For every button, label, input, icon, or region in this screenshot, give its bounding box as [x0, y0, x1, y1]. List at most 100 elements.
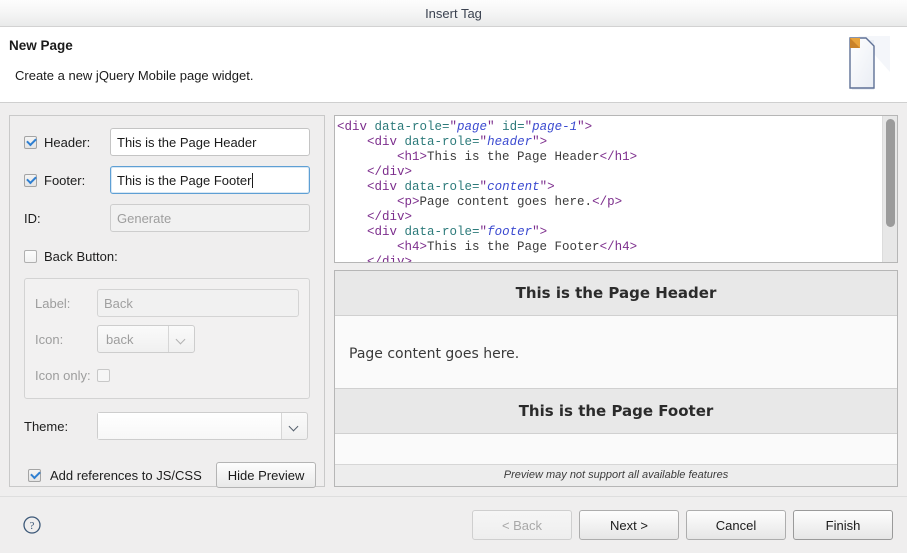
- code-token-tag: ": [487, 120, 503, 134]
- code-token-val: page-1: [532, 120, 578, 134]
- finish-button[interactable]: Finish: [793, 510, 893, 540]
- right-column: <div data-role="page" id="page-1"> <div …: [334, 115, 898, 487]
- code-token-tag: ">: [577, 120, 593, 134]
- code-token-txtnode: Page content goes here.: [419, 195, 593, 209]
- next-button[interactable]: Next >: [579, 510, 679, 540]
- dialog-title: Insert Tag: [425, 5, 482, 21]
- footer-checkbox[interactable]: [24, 173, 37, 187]
- code-token-tag: </div>: [367, 165, 413, 179]
- id-field-label: ID:: [24, 210, 41, 226]
- back-button-options-group: Label: Back Icon: back Icon only:: [24, 278, 310, 399]
- code-token-txtnode: [337, 165, 367, 179]
- hide-preview-button[interactable]: Hide Preview: [215, 462, 317, 488]
- code-token-txtnode: [337, 225, 367, 239]
- help-question-icon[interactable]: ?: [23, 516, 41, 534]
- chevron-down-icon: [281, 413, 307, 439]
- widget-preview: This is the Page Header Page content goe…: [334, 270, 898, 487]
- code-token-tag: </p>: [592, 195, 623, 209]
- code-line: <div data-role="content">: [337, 180, 882, 195]
- back-icon-field-label: Icon:: [35, 331, 64, 347]
- code-token-tag: ": [479, 180, 488, 194]
- header-field-row: Header: This is the Page Header: [10, 128, 324, 156]
- code-token-tag: ">: [532, 225, 548, 239]
- code-line: <div data-role="header">: [337, 135, 882, 150]
- code-token-txtnode: This is the Page Footer: [427, 240, 600, 254]
- id-text-input[interactable]: Generate: [110, 204, 310, 232]
- code-token-tag: </h1>: [599, 150, 638, 164]
- page-title: New Page: [9, 38, 73, 53]
- code-vertical-scrollbar[interactable]: [882, 116, 897, 262]
- code-token-tag: ": [524, 120, 533, 134]
- code-token-val: footer: [487, 225, 533, 239]
- add-references-row: Add references to JS/CSS Hide Preview: [28, 462, 324, 488]
- code-token-attr: data-role=: [404, 225, 480, 239]
- code-token-txtnode: [337, 135, 367, 149]
- code-token-val: page: [457, 120, 488, 134]
- footer-text-input[interactable]: This is the Page Footer: [110, 166, 310, 194]
- code-token-txtnode: [337, 240, 397, 254]
- header-checkbox[interactable]: [24, 135, 37, 149]
- icon-only-row: Icon only:: [25, 361, 309, 389]
- dialog-body: Header: This is the Page Header Footer: …: [0, 104, 907, 496]
- add-references-label: Add references to JS/CSS: [50, 467, 202, 483]
- preview-note: Preview may not support all available fe…: [335, 464, 897, 486]
- code-token-tag: ": [479, 135, 488, 149]
- code-token-tag: <div: [367, 180, 405, 194]
- code-token-val: header: [487, 135, 533, 149]
- code-token-tag: <div: [337, 120, 375, 134]
- preview-footer-bar: This is the Page Footer: [335, 388, 897, 434]
- back-icon-combo: back: [97, 325, 195, 353]
- code-token-tag: <p>: [397, 195, 420, 209]
- icon-only-checkbox: [97, 368, 110, 382]
- code-token-tag: <div: [367, 225, 405, 239]
- header-text-value: This is the Page Header: [117, 134, 257, 150]
- dialog-button-bar: ? < Back Next > Cancel Finish: [0, 496, 907, 553]
- page-options-panel: Header: This is the Page Header Footer: …: [9, 115, 325, 488]
- id-placeholder: Generate: [117, 210, 172, 226]
- code-token-txtnode: [337, 150, 397, 164]
- hide-preview-label: Hide Preview: [227, 467, 305, 483]
- back-icon-row: Icon: back: [25, 325, 309, 353]
- code-token-tag: ">: [539, 180, 555, 194]
- back-button-checkbox[interactable]: [24, 249, 37, 263]
- finish-button-text: Finish: [825, 517, 861, 533]
- theme-combo[interactable]: [97, 412, 308, 440]
- code-line: </div>: [337, 255, 882, 262]
- code-token-tag: </div>: [367, 210, 413, 224]
- next-button-text: Next >: [610, 517, 648, 533]
- theme-value: [98, 413, 281, 439]
- dialog-titlebar: Insert Tag: [0, 0, 907, 27]
- code-token-txtnode: This is the Page Header: [427, 150, 600, 164]
- code-token-tag: <h1>: [397, 150, 428, 164]
- code-text[interactable]: <div data-role="page" id="page-1"> <div …: [335, 116, 882, 262]
- generated-markup-editor[interactable]: <div data-role="page" id="page-1"> <div …: [334, 115, 898, 263]
- back-label-row: Label: Back: [25, 289, 309, 317]
- footer-text-value: This is the Page Footer: [117, 172, 252, 188]
- code-token-txtnode: [337, 195, 397, 209]
- back-button[interactable]: < Back: [472, 510, 572, 540]
- code-line: <div data-role="footer">: [337, 225, 882, 240]
- back-button-label: Back Button:: [44, 248, 118, 264]
- back-icon-value: back: [106, 331, 134, 347]
- code-line: </div>: [337, 165, 882, 180]
- code-line: <h1>This is the Page Header</h1>: [337, 150, 882, 165]
- cancel-button-text: Cancel: [715, 517, 757, 533]
- scrollbar-thumb[interactable]: [886, 119, 895, 227]
- preview-header-bar: This is the Page Header: [335, 271, 897, 316]
- add-references-checkbox[interactable]: [28, 468, 41, 482]
- code-token-tag: </h4>: [599, 240, 638, 254]
- wizard-buttons: < Back Next > Cancel Finish: [472, 510, 893, 540]
- cancel-button[interactable]: Cancel: [686, 510, 786, 540]
- footer-field-row: Footer: This is the Page Footer: [10, 166, 324, 194]
- back-label-input: Back: [97, 289, 299, 317]
- header-text-input[interactable]: This is the Page Header: [110, 128, 310, 156]
- code-token-tag: <h4>: [397, 240, 428, 254]
- svg-text:?: ?: [30, 520, 35, 532]
- code-line: <div data-role="page" id="page-1">: [337, 120, 882, 135]
- header-field-label: Header:: [44, 134, 91, 150]
- back-label-placeholder: Back: [104, 295, 133, 311]
- page-description: Create a new jQuery Mobile page widget.: [15, 68, 254, 83]
- code-token-attr: data-role=: [374, 120, 450, 134]
- code-token-tag: ": [479, 225, 488, 239]
- code-line: <p>Page content goes here.</p>: [337, 195, 882, 210]
